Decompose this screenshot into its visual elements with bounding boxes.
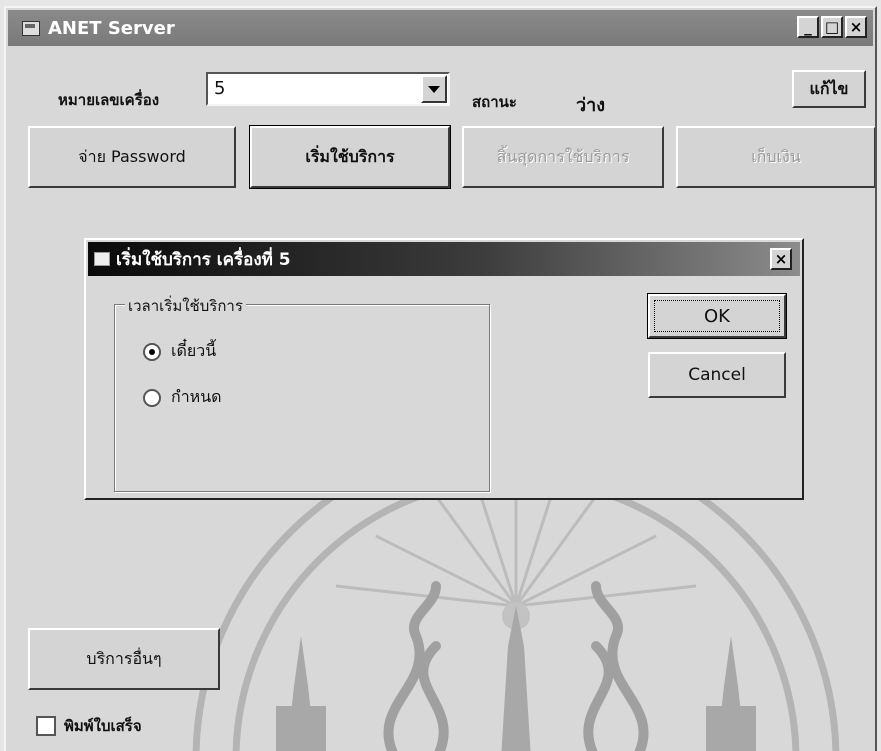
window-titlebar[interactable]: ANET Server _ □ ×: [8, 10, 873, 46]
status-value: ว่าง: [576, 95, 606, 116]
machine-number-label: หมายเลขเครื่อง: [58, 91, 160, 109]
collect-money-button[interactable]: เก็บเงิน: [676, 126, 875, 188]
dialog-titlebar[interactable]: เริ่มใช้บริการ เครื่องที่ 5 ×: [88, 242, 800, 276]
radio-specify[interactable]: [143, 388, 161, 407]
other-services-button[interactable]: บริการอื่นๆ: [28, 628, 220, 690]
minimize-button[interactable]: _: [797, 16, 819, 38]
caption-buttons: _ □ ×: [797, 16, 867, 38]
app-icon: [22, 20, 40, 36]
radio-now-label: เดี๋ยวนี้: [171, 341, 217, 360]
start-service-button[interactable]: เริ่มใช้บริการ: [249, 125, 451, 189]
edit-button[interactable]: แก้ไข: [792, 70, 866, 108]
machine-number-combo[interactable]: 5: [206, 72, 450, 106]
pay-password-button[interactable]: จ่าย Password: [28, 126, 236, 188]
radio-now[interactable]: [143, 342, 161, 361]
radio-specify-label: กำหนด: [171, 387, 222, 406]
maximize-button[interactable]: □: [821, 16, 843, 38]
main-window: ANET Server _ □ × หมายเลขเครื่อง 5 สถานะ…: [4, 6, 877, 751]
dialog-close-button[interactable]: ×: [770, 248, 792, 270]
dialog-app-icon: [94, 252, 110, 266]
start-service-dialog: เริ่มใช้บริการ เครื่องที่ 5 × เวลาเริ่มใ…: [84, 238, 804, 500]
close-button[interactable]: ×: [845, 16, 867, 38]
print-receipt-checkbox[interactable]: [36, 716, 56, 736]
print-receipt-label: พิมพ์ใบเสร็จ: [64, 717, 142, 735]
radio-specify-row[interactable]: กำหนด: [143, 385, 222, 410]
ok-button[interactable]: OK: [647, 293, 787, 339]
end-service-button[interactable]: สิ้นสุดการใช้บริการ: [462, 126, 664, 188]
print-receipt-row[interactable]: พิมพ์ใบเสร็จ: [36, 714, 142, 738]
status-label: สถานะ: [472, 93, 517, 111]
radio-now-row[interactable]: เดี๋ยวนี้: [143, 339, 216, 364]
combo-dropdown-button[interactable]: [421, 75, 447, 103]
focus-rectangle: [654, 300, 780, 332]
machine-number-value: 5: [214, 78, 226, 99]
cancel-button[interactable]: Cancel: [648, 352, 786, 398]
start-time-group-label: เวลาเริ่มใช้บริการ: [125, 294, 246, 318]
dialog-title: เริ่มใช้บริการ เครื่องที่ 5: [116, 249, 291, 270]
start-time-groupbox: เวลาเริ่มใช้บริการ เดี๋ยวนี้ กำหนด: [114, 294, 490, 492]
window-title: ANET Server: [48, 17, 175, 39]
chevron-down-icon: [428, 85, 440, 93]
